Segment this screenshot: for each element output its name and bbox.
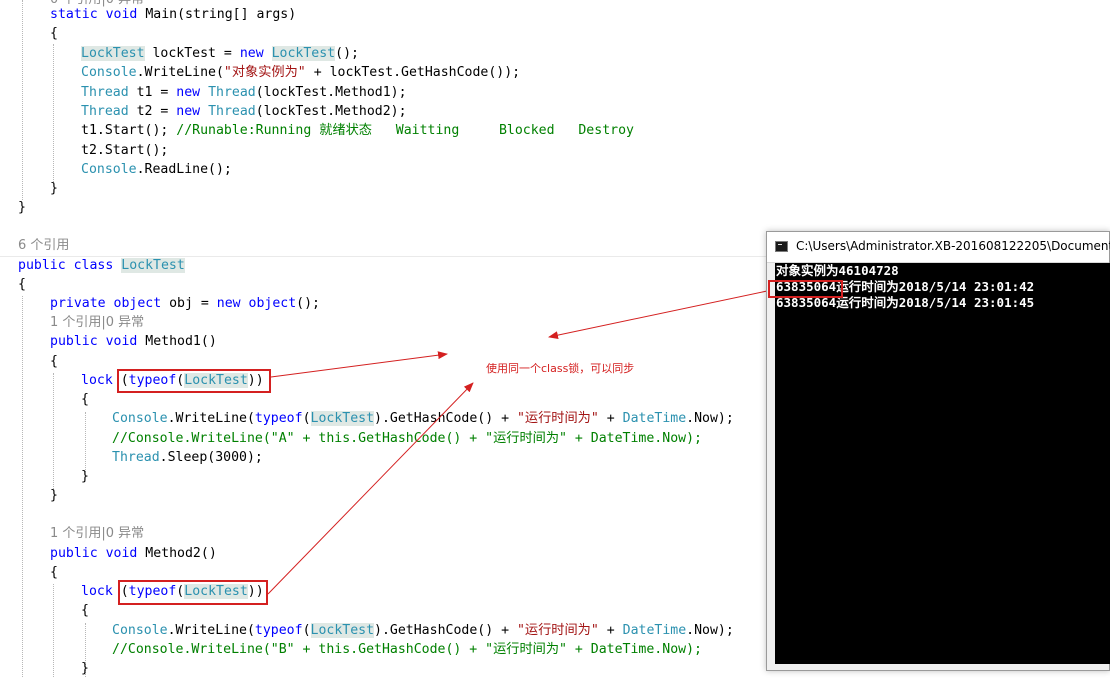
highlight-box-hashcode	[768, 280, 843, 298]
console-app-icon	[775, 241, 788, 252]
arrow-to-annotation	[270, 351, 448, 378]
arrow-to-annotation	[267, 382, 474, 595]
console-line: 对象实例为46104728	[776, 263, 899, 278]
console-output[interactable]: 对象实例为46104728 63835064运行时间为2018/5/14 23:…	[775, 263, 1110, 664]
arrow-from-console	[548, 290, 768, 340]
console-title: C:\Users\Administrator.XB-201608122205\D…	[796, 239, 1110, 253]
annotation-text: 使用同一个class锁，可以同步	[486, 362, 635, 375]
console-titlebar[interactable]: C:\Users\Administrator.XB-201608122205\D…	[767, 232, 1110, 263]
